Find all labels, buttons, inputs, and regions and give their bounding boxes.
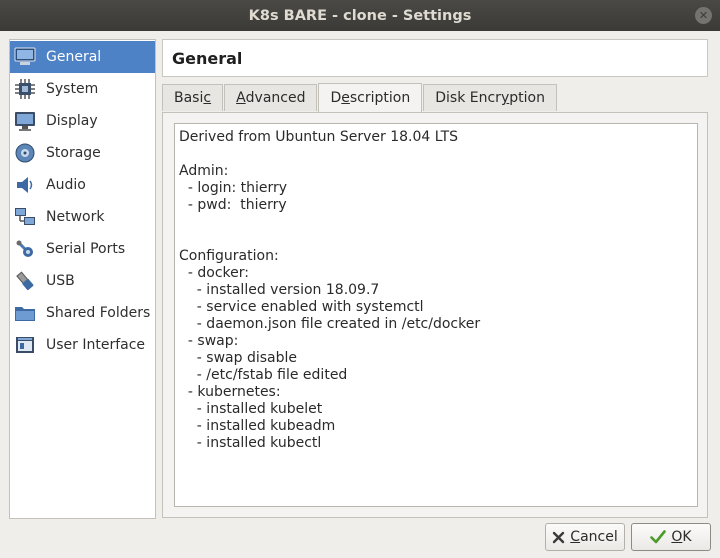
sidebar-item-label: USB	[46, 273, 75, 289]
description-textarea[interactable]: Derived from Ubuntun Server 18.04 LTS Ad…	[174, 123, 698, 507]
sidebar-item-label: Storage	[46, 145, 101, 161]
folder-icon	[14, 302, 36, 324]
sidebar-item-system[interactable]: System	[10, 73, 155, 105]
close-button[interactable]: ✕	[695, 7, 712, 24]
sidebar-item-label: Audio	[46, 177, 86, 193]
sidebar-item-audio[interactable]: Audio	[10, 169, 155, 201]
cancel-x-icon	[552, 531, 565, 544]
ok-button[interactable]: OK	[631, 523, 711, 551]
window-title: K8s BARE - clone - Settings	[248, 7, 472, 24]
sidebar-item-network[interactable]: Network	[10, 201, 155, 233]
cancel-button[interactable]: Cancel	[545, 523, 625, 551]
tab-basic[interactable]: Basi c	[162, 84, 224, 111]
checkmark-icon	[650, 530, 667, 544]
usb-icon	[14, 270, 36, 292]
tab-advanced[interactable]: Advanced	[224, 84, 318, 111]
serial-port-icon	[14, 238, 36, 260]
tab-disk-encryption[interactable]: Disk Encr y ption	[423, 84, 557, 111]
sidebar-item-usb[interactable]: USB	[10, 265, 155, 297]
chip-icon	[14, 78, 36, 100]
sidebar-item-label: General	[46, 49, 102, 65]
speaker-icon	[14, 174, 36, 196]
sidebar-item-serial-ports[interactable]: Serial Ports	[10, 233, 155, 265]
sidebar-item-label: Serial Ports	[46, 241, 126, 257]
sidebar-item-label: User Interface	[46, 337, 146, 353]
general-icon	[14, 46, 36, 68]
sidebar-item-label: Network	[46, 209, 105, 225]
monitor-icon	[14, 110, 36, 132]
sidebar-item-label: Shared Folders	[46, 305, 151, 321]
user-interface-icon	[14, 334, 36, 356]
page-title: General	[162, 39, 708, 77]
tab-description[interactable]: De scription	[318, 83, 423, 112]
sidebar-item-storage[interactable]: Storage	[10, 137, 155, 169]
network-icon	[14, 206, 36, 228]
tab-bar: Basi c Advanced De scription Disk Encr y pti…	[162, 83, 558, 112]
close-icon: ✕	[698, 9, 709, 22]
sidebar-item-user-interface[interactable]: User Interface	[10, 329, 155, 361]
title-bar: K8s BARE - clone - Settings ✕	[0, 0, 720, 31]
sidebar-item-general[interactable]: General	[10, 41, 155, 73]
sidebar-item-label: System	[46, 81, 99, 97]
sidebar-item-display[interactable]: Display	[10, 105, 155, 137]
sidebar-item-shared-folders[interactable]: Shared Folders	[10, 297, 155, 329]
description-panel: Derived from Ubuntun Server 18.04 LTS Ad…	[162, 112, 708, 518]
disk-icon	[14, 142, 36, 164]
sidebar-item-label: Display	[46, 113, 98, 129]
settings-sidebar: General System Display Storage Audio Net…	[9, 39, 156, 519]
